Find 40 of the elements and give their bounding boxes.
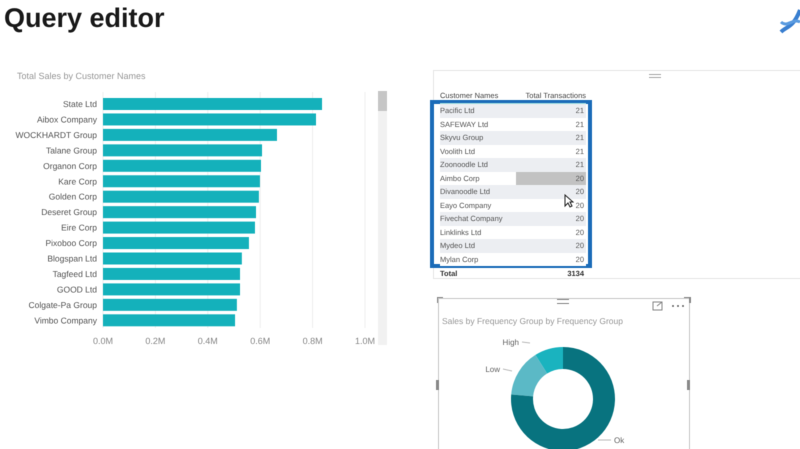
axis-label: 1.0M [355,336,375,346]
category-label: State Ltd [62,99,97,109]
page-title: Query editor [4,2,165,34]
slice-label: High [502,338,519,347]
chart-title: Sales by Frequency Group by Frequency Group [442,315,623,328]
scrollbar-track[interactable] [378,91,387,345]
category-label: Eire Corp [61,222,97,233]
resize-handle[interactable] [436,380,439,390]
drag-handle-icon[interactable] [557,299,569,304]
slice-label: Ok [614,436,624,445]
category-label: Deseret Group [41,207,97,218]
axis-label: 0.2M [145,336,166,346]
category-label: Blogspan Ltd [47,254,97,264]
drag-handle-icon[interactable] [649,74,661,78]
category-label: Golden Corp [48,192,97,202]
slice-label: Low [485,365,500,374]
axis-label: 0.4M [198,336,218,346]
axis-label: 0.0M [93,336,113,346]
leader-line [502,368,512,372]
scrollbar-thumb[interactable] [378,91,387,111]
axis-label: 0.6M [250,336,270,346]
corner-handle-icon[interactable] [437,297,444,304]
category-label: Tagfeed Ltd [52,268,97,279]
category-label: Aibox Company [36,114,97,124]
dna-icon [779,8,800,34]
category-label: Pixoboo Corp [45,238,97,248]
more-options-icon[interactable] [671,304,685,308]
category-label: Kare Corp [58,176,97,186]
axis-label: 0.8M [302,336,323,346]
chart-title: Total Sales by Customer Names [17,71,146,81]
category-label: Talane Group [46,145,97,156]
corner-handle-icon[interactable] [684,297,691,304]
focus-mode-icon[interactable] [652,301,663,311]
leader-line [522,342,530,344]
category-label: Vimbo Company [34,315,97,326]
category-label: GOOD Ltd [56,284,97,294]
category-label: WOCKHARDT Group [15,130,97,140]
category-label: Colgate-Pa Group [28,300,97,310]
resize-handle[interactable] [687,380,690,390]
category-label: Organon Corp [43,160,97,171]
